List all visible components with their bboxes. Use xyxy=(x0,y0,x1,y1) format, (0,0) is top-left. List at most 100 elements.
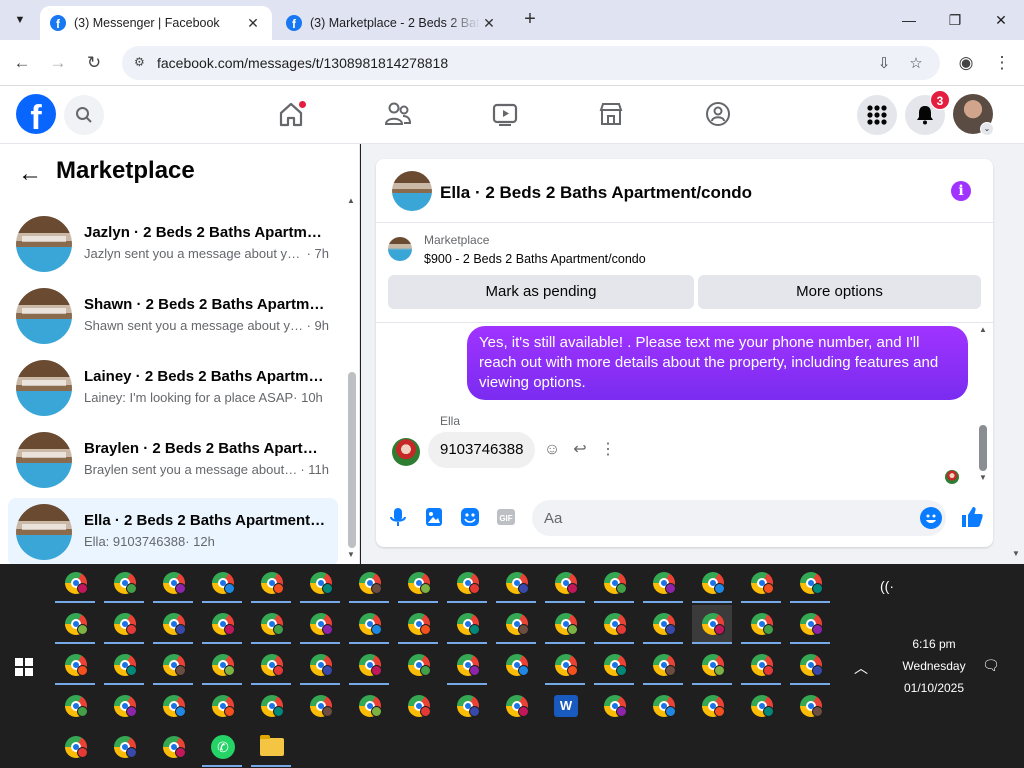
taskbar-app-icon[interactable] xyxy=(545,564,585,603)
video-icon[interactable] xyxy=(490,99,520,129)
facebook-logo-icon[interactable]: f xyxy=(16,94,56,134)
windows-start-icon[interactable] xyxy=(15,658,33,676)
taskbar-app-icon[interactable] xyxy=(447,605,487,644)
chat-avatar[interactable] xyxy=(392,171,432,211)
conversation-item[interactable]: Braylen · 2 Beds 2 Baths Apartment/condo… xyxy=(8,426,338,494)
conversation-item[interactable]: Lainey · 2 Beds 2 Baths Apartment/condo … xyxy=(8,354,338,422)
chat-scroll-up-arrow-icon[interactable]: ▲ xyxy=(979,325,987,334)
taskbar-app-icon[interactable] xyxy=(398,564,438,603)
taskbar-app-icon[interactable] xyxy=(447,564,487,603)
taskbar-app-icon[interactable] xyxy=(153,728,193,766)
taskbar-app-icon[interactable] xyxy=(300,564,340,603)
back-button[interactable]: ← xyxy=(10,51,34,75)
tab-search-chevron-icon[interactable]: ▼ xyxy=(8,8,32,32)
sticker-icon[interactable] xyxy=(459,506,481,528)
photo-icon[interactable] xyxy=(423,506,445,528)
taskbar-app-icon[interactable] xyxy=(545,646,585,685)
taskbar-app-icon[interactable] xyxy=(594,564,634,603)
emoji-icon[interactable] xyxy=(920,507,942,529)
notification-center-icon[interactable]: 🗨 xyxy=(982,657,1000,674)
url-text[interactable]: facebook.com/messages/t/1308981814278818 xyxy=(157,55,448,71)
taskbar-app-icon[interactable] xyxy=(251,687,291,725)
taskbar-app-icon[interactable] xyxy=(202,605,242,644)
more-options-button[interactable]: More options xyxy=(698,275,981,309)
taskbar-app-icon[interactable] xyxy=(741,646,781,685)
site-info-icon[interactable]: ⚙ xyxy=(134,55,150,71)
taskbar-app-icon[interactable] xyxy=(643,687,683,725)
tab-close-icon[interactable]: ✕ xyxy=(244,15,262,32)
taskbar-app-icon[interactable] xyxy=(692,605,732,644)
reload-button[interactable]: ↻ xyxy=(82,51,106,75)
message-input[interactable]: Aa xyxy=(532,500,946,536)
conversation-item[interactable]: Shawn · 2 Beds 2 Baths Apartment/condo S… xyxy=(8,282,338,350)
mark-pending-button[interactable]: Mark as pending xyxy=(388,275,694,309)
taskbar-app-icon[interactable] xyxy=(496,605,536,644)
chat-scrollbar-thumb[interactable] xyxy=(979,425,987,471)
reply-icon[interactable]: ↩ xyxy=(570,440,590,460)
clock-day[interactable]: Wednesday xyxy=(889,659,979,673)
taskbar-app-icon[interactable] xyxy=(55,646,95,685)
taskbar-app-icon[interactable] xyxy=(55,605,95,644)
more-kebab-icon[interactable]: ⋮ xyxy=(598,440,618,460)
taskbar-app-icon[interactable] xyxy=(692,687,732,725)
minimize-button[interactable]: — xyxy=(886,0,932,40)
taskbar-app-icon[interactable] xyxy=(202,646,242,685)
taskbar-app-icon[interactable] xyxy=(447,687,487,725)
taskbar-app-icon[interactable] xyxy=(398,646,438,684)
taskbar-app-icon[interactable] xyxy=(349,564,389,603)
taskbar-app-icon[interactable] xyxy=(349,605,389,644)
install-app-icon[interactable]: ⇩ xyxy=(874,54,894,74)
taskbar-app-icon[interactable] xyxy=(251,646,291,685)
taskbar-app-icon[interactable] xyxy=(643,605,683,644)
chat-scroll-down-arrow-icon[interactable]: ▼ xyxy=(979,473,987,482)
groups-icon[interactable] xyxy=(703,99,733,129)
taskbar-app-icon[interactable] xyxy=(251,605,291,644)
new-tab-button[interactable]: + xyxy=(519,8,541,32)
chat-title[interactable]: Ella · 2 Beds 2 Baths Apartment/condo xyxy=(440,183,752,203)
taskbar-app-icon[interactable] xyxy=(300,687,340,725)
page-scroll-down-arrow-icon[interactable]: ▼ xyxy=(1012,549,1020,558)
taskbar-app-icon[interactable] xyxy=(447,646,487,685)
taskbar-app-icon[interactable] xyxy=(594,646,634,685)
listing-price-title[interactable]: $900 - 2 Beds 2 Baths Apartment/condo xyxy=(424,252,646,266)
taskbar-app-icon[interactable] xyxy=(692,564,732,603)
menu-kebab-icon[interactable]: ⋮ xyxy=(990,51,1014,75)
restore-button[interactable]: ❐ xyxy=(932,0,978,40)
tab-close-icon[interactable]: ✕ xyxy=(480,15,498,32)
taskbar-app-icon[interactable] xyxy=(202,687,242,725)
taskbar-app-icon[interactable] xyxy=(104,646,144,685)
taskbar-app-icon[interactable] xyxy=(55,564,95,603)
taskbar-app-icon[interactable] xyxy=(153,564,193,603)
scroll-down-arrow-icon[interactable]: ▼ xyxy=(347,550,355,559)
window-close-button[interactable]: ✕ xyxy=(978,0,1024,40)
taskbar-app-icon[interactable] xyxy=(692,646,732,685)
tab-messenger[interactable]: f (3) Messenger | Facebook ✕ xyxy=(40,6,272,40)
taskbar-app-icon[interactable]: ✆ xyxy=(202,728,242,767)
omnibox[interactable]: ⚙ facebook.com/messages/t/13089818142788… xyxy=(122,46,940,80)
taskbar-app-icon[interactable] xyxy=(153,605,193,644)
thumbs-up-icon[interactable] xyxy=(960,505,984,529)
taskbar-app-icon[interactable] xyxy=(496,687,536,725)
forward-button[interactable]: → xyxy=(46,51,70,75)
taskbar-app-icon[interactable] xyxy=(790,605,830,644)
taskbar-app-icon[interactable] xyxy=(251,564,291,603)
friends-icon[interactable] xyxy=(383,99,413,129)
conversation-item-selected[interactable]: Ella · 2 Beds 2 Baths Apartment/condo El… xyxy=(8,498,338,564)
taskbar-app-icon[interactable] xyxy=(643,646,683,685)
microphone-icon[interactable] xyxy=(387,506,409,528)
taskbar-app-icon[interactable] xyxy=(790,646,830,685)
menu-grid-button[interactable] xyxy=(857,95,897,135)
taskbar-app-icon[interactable] xyxy=(104,605,144,644)
taskbar-app-icon[interactable] xyxy=(496,564,536,603)
bookmark-star-icon[interactable]: ☆ xyxy=(906,54,926,74)
clock-time[interactable]: 6:16 pm xyxy=(889,637,979,651)
chevron-down-icon[interactable]: ⌄ xyxy=(980,122,994,136)
sender-avatar[interactable] xyxy=(392,438,420,466)
taskbar-app-icon[interactable] xyxy=(545,605,585,644)
wifi-icon[interactable]: ((· xyxy=(880,578,894,594)
taskbar-app-icon[interactable] xyxy=(300,646,340,685)
clock-date[interactable]: 01/10/2025 xyxy=(889,681,979,695)
taskbar-app-icon[interactable] xyxy=(741,605,781,644)
taskbar-app-icon[interactable] xyxy=(790,687,830,725)
conversation-item[interactable]: Jazlyn · 2 Beds 2 Baths Apartment/condo … xyxy=(8,210,338,278)
